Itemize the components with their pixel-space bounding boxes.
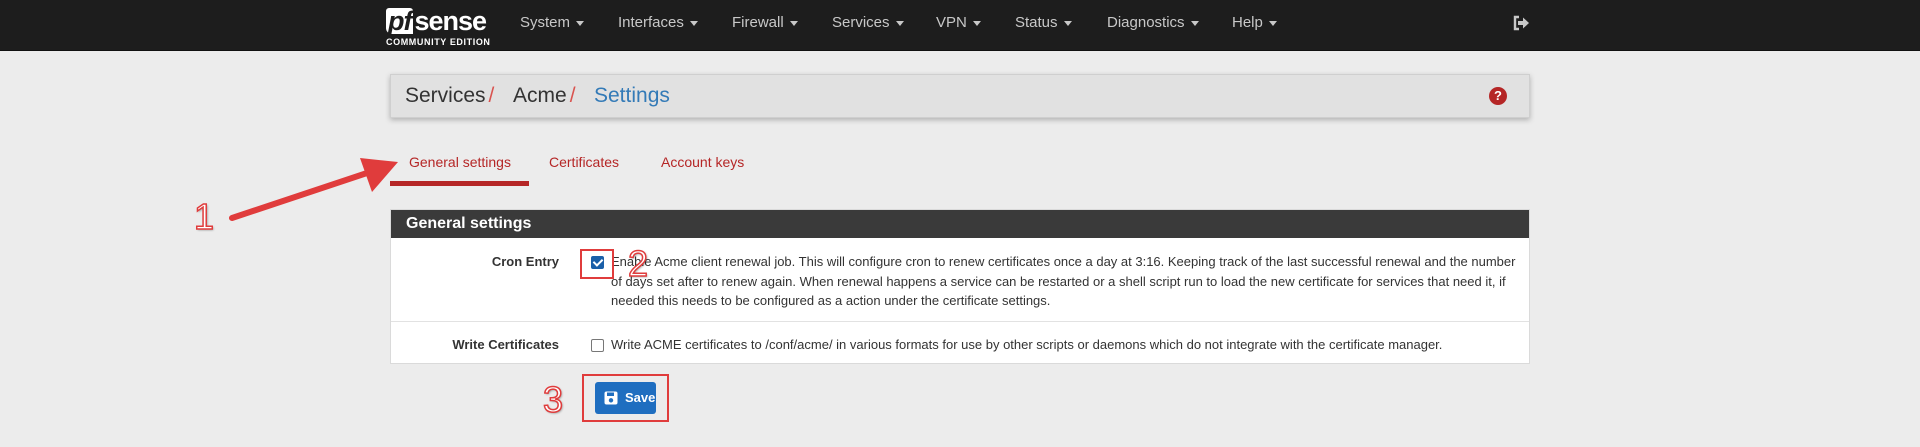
write-certificates-description: Write ACME certificates to /conf/acme/ i… <box>611 337 1443 352</box>
top-navbar: pf sense COMMUNITY EDITION System Interfa… <box>0 0 1920 51</box>
panel-heading: General settings <box>391 210 1529 238</box>
nav-menu-interfaces[interactable]: Interfaces <box>618 0 698 46</box>
write-certificates-label: Write Certificates <box>452 337 559 352</box>
active-tab-indicator <box>390 181 529 186</box>
annotation-arrow-icon <box>229 158 398 221</box>
caret-down-icon <box>576 20 585 26</box>
general-settings-panel: General settings Cron Entry Enable Acme … <box>390 209 1530 364</box>
sign-out-icon[interactable] <box>1512 14 1530 32</box>
nav-menu-services[interactable]: Services <box>832 0 904 46</box>
logo-wordmark: pf sense <box>386 6 487 36</box>
logo-edition: COMMUNITY EDITION <box>386 37 491 47</box>
cron-entry-description: Enable Acme client renewal job. This wil… <box>611 254 1516 308</box>
caret-down-icon <box>789 20 798 26</box>
caret-down-icon <box>1063 20 1072 26</box>
question-circle-icon[interactable]: ? <box>1489 87 1507 105</box>
nav-menu-system[interactable]: System <box>520 0 585 46</box>
caret-down-icon <box>1190 20 1199 26</box>
breadcrumb-item-settings[interactable]: Settings <box>594 84 670 108</box>
annotation-step-2: 2 <box>627 242 649 285</box>
pfsense-logo[interactable]: pf sense COMMUNITY EDITION <box>386 5 496 47</box>
annotation-box-cron-checkbox <box>580 249 614 279</box>
caret-down-icon <box>972 20 981 26</box>
row-divider <box>391 321 1529 322</box>
caret-down-icon <box>689 20 698 26</box>
annotation-step-1: 1 <box>193 195 215 238</box>
tab-account-keys[interactable]: Account keys <box>661 154 744 170</box>
write-certificates-checkbox[interactable] <box>591 339 604 352</box>
breadcrumb-separator: / <box>569 84 576 107</box>
nav-menu-status[interactable]: Status <box>1015 0 1072 46</box>
tab-certificates[interactable]: Certificates <box>549 154 619 170</box>
annotation-box-save-button <box>582 374 669 422</box>
tab-general-settings[interactable]: General settings <box>409 154 511 170</box>
breadcrumb-item-services[interactable]: Services / <box>405 84 494 108</box>
breadcrumb-separator: / <box>488 84 495 107</box>
breadcrumb-item-acme[interactable]: Acme / <box>513 84 576 108</box>
cron-entry-label: Cron Entry <box>491 254 559 269</box>
nav-menu-help[interactable]: Help <box>1232 0 1277 46</box>
caret-down-icon <box>1268 20 1277 26</box>
caret-down-icon <box>895 20 904 26</box>
nav-menu-vpn[interactable]: VPN <box>936 0 981 46</box>
nav-menu-firewall[interactable]: Firewall <box>732 0 798 46</box>
breadcrumb: Services / Acme / Settings ? <box>390 74 1530 118</box>
nav-menu-diagnostics[interactable]: Diagnostics <box>1107 0 1199 46</box>
annotation-step-3: 3 <box>542 378 564 421</box>
